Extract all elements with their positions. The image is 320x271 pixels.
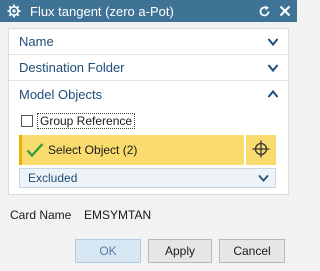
chevron-up-icon [266,87,280,101]
window-title: Flux tangent (zero a-Pot) [30,3,174,19]
section-name-label: Name [19,34,54,49]
checkbox-box[interactable] [21,115,33,127]
chevron-down-icon [266,35,280,49]
section-model-objects-label: Model Objects [19,86,103,102]
reset-icon[interactable] [255,2,273,20]
close-icon[interactable] [276,2,294,20]
card-name-value: EMSYMTAN [84,208,152,222]
select-object-button[interactable]: Select Object (2) [19,135,244,165]
filter-dropdown[interactable]: Excluded [19,168,276,188]
dialog-footer: OK Apply Cancel [0,233,297,271]
cancel-button[interactable]: Cancel [219,239,285,263]
gear-icon [6,3,22,19]
select-object-label: Select Object (2) [48,143,138,157]
section-name-header[interactable]: Name [9,29,288,55]
select-object-row: Select Object (2) [19,135,276,165]
section-model-objects-header[interactable]: Model Objects [9,81,288,107]
section-destination-label: Destination Folder [19,60,125,75]
crosshair-button[interactable] [246,135,276,165]
chevron-down-icon [258,171,269,185]
group-reference-label: Group Reference [37,113,136,129]
card-name-label: Card Name [10,208,72,222]
checkmark-icon [26,142,44,158]
model-objects-body: Group Reference Select Object (2) Exclud… [9,107,288,194]
section-destination-header[interactable]: Destination Folder [9,55,288,81]
apply-button[interactable]: Apply [148,239,212,263]
dialog-content: Name Destination Folder Model Objects Gr… [8,28,289,195]
group-reference-checkbox[interactable]: Group Reference [9,111,288,131]
chevron-down-icon [266,61,280,75]
ok-button[interactable]: OK [75,239,141,263]
title-bar: Flux tangent (zero a-Pot) [0,0,297,22]
crosshair-icon [252,140,270,161]
card-name-row: Card Name EMSYMTAN [10,208,151,222]
filter-dropdown-value: Excluded [28,171,78,185]
